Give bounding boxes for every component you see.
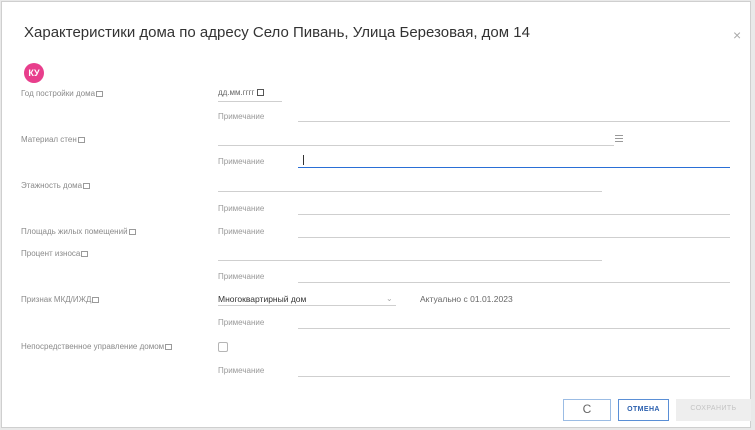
info-icon[interactable] (96, 90, 104, 97)
floors-note-label: Примечание (218, 204, 265, 213)
mkd-label: Признак МКД/ИЖД (21, 295, 100, 304)
direct-management-checkbox[interactable] (218, 342, 228, 352)
wall-material-label: Материал стен (21, 135, 85, 144)
year-built-underline (218, 101, 282, 102)
material-note-label: Примечание (218, 157, 265, 166)
info-icon[interactable] (77, 136, 85, 143)
info-icon[interactable] (81, 250, 89, 257)
reset-button[interactable]: C (563, 399, 611, 421)
year-note-label: Примечание (218, 112, 265, 121)
wear-note-field[interactable] (298, 282, 730, 283)
mkd-note-label: Примечание (218, 318, 265, 327)
direct-management-label: Непосредственное управление домом (21, 342, 173, 351)
info-icon[interactable] (165, 343, 173, 350)
save-button[interactable]: СОХРАНИТЬ (676, 399, 751, 421)
calendar-icon[interactable] (257, 89, 265, 97)
area-note-label: Примечание (218, 227, 265, 236)
floors-note-field[interactable] (298, 214, 730, 215)
info-icon[interactable] (92, 296, 100, 303)
info-icon[interactable] (83, 182, 91, 189)
ku-badge: КУ (24, 63, 44, 83)
text-cursor (303, 155, 304, 165)
floors-field[interactable] (218, 191, 602, 192)
year-built-label: Год постройки дома (21, 89, 104, 98)
wear-note-label: Примечание (218, 272, 265, 281)
wall-material-field[interactable] (218, 145, 614, 146)
living-area-label: Площадь жилых помещений (21, 227, 136, 236)
mkd-select-underline (218, 305, 396, 306)
area-note-field[interactable] (298, 237, 730, 238)
close-icon[interactable]: × (733, 28, 741, 42)
wear-label: Процент износа (21, 249, 89, 258)
top-strip (302, 2, 642, 8)
info-icon[interactable] (128, 228, 136, 235)
characteristics-dialog: Характеристики дома по адресу Село Пиван… (1, 1, 751, 428)
direct-note-label: Примечание (218, 366, 265, 375)
cancel-button[interactable]: ОТМЕНА (618, 399, 669, 421)
material-note-field[interactable] (298, 167, 730, 168)
year-built-input[interactable]: дд.мм.гггг (218, 88, 265, 97)
wear-field[interactable] (218, 260, 602, 261)
mkd-select[interactable]: Многоквартирный дом (218, 294, 306, 304)
direct-note-field[interactable] (298, 376, 730, 377)
chevron-down-icon[interactable]: ⌄ (386, 294, 393, 303)
dialog-title: Характеристики дома по адресу Село Пиван… (24, 24, 530, 41)
floors-label: Этажность дома (21, 181, 91, 190)
mkd-actual-date: Актуально с 01.01.2023 (420, 294, 513, 304)
refresh-icon: C (582, 402, 592, 416)
year-note-field[interactable] (298, 121, 730, 122)
list-icon[interactable] (615, 135, 623, 142)
mkd-note-field[interactable] (298, 328, 730, 329)
